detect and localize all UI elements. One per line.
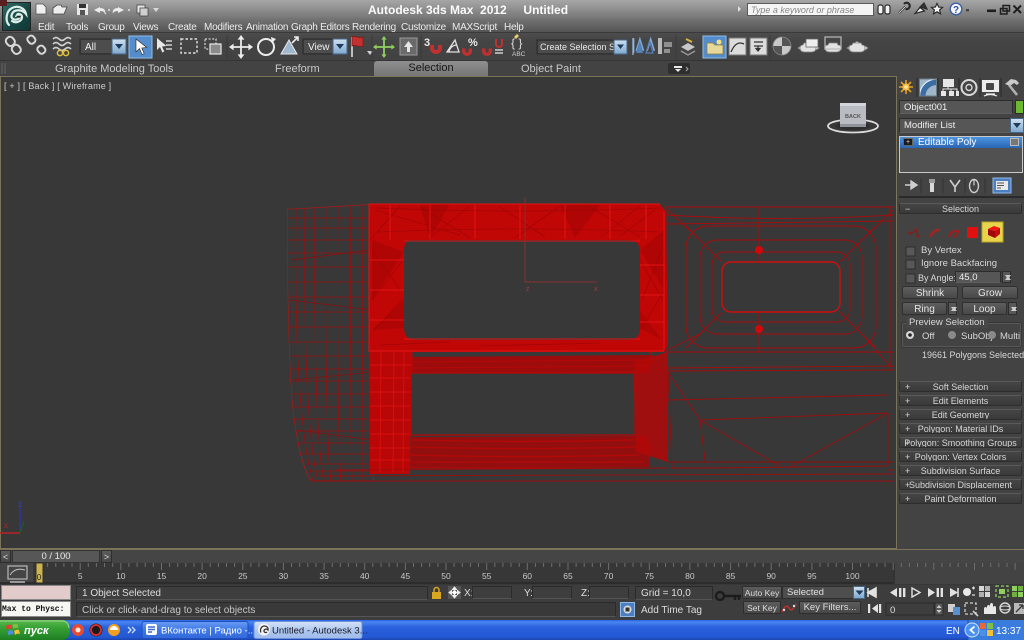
svg-text:?: ? <box>953 5 959 16</box>
svg-text:65: 65 <box>563 571 573 581</box>
svg-text:30: 30 <box>279 571 289 581</box>
svg-text:пуск: пуск <box>24 625 50 637</box>
svg-text:40: 40 <box>360 571 370 581</box>
svg-text:BACK: BACK <box>845 114 861 120</box>
svg-text:EN: EN <box>946 626 960 637</box>
svg-text:45: 45 <box>401 571 411 581</box>
svg-text:13:37: 13:37 <box>996 626 1021 637</box>
svg-text:z: z <box>526 286 530 293</box>
svg-text:95: 95 <box>807 571 817 581</box>
svg-text:80: 80 <box>685 571 695 581</box>
svg-text:85: 85 <box>726 571 736 581</box>
svg-text:70: 70 <box>604 571 614 581</box>
svg-text:90: 90 <box>766 571 776 581</box>
svg-text:ABC: ABC <box>512 51 526 58</box>
svg-text:x: x <box>594 286 598 293</box>
svg-text:5: 5 <box>78 571 83 581</box>
svg-text:35: 35 <box>319 571 329 581</box>
svg-text:x: x <box>4 521 8 530</box>
svg-text:15: 15 <box>157 571 167 581</box>
svg-text:Untitled - Autodesk 3...: Untitled - Autodesk 3... <box>272 626 368 637</box>
svg-text:100: 100 <box>845 571 859 581</box>
svg-text:0: 0 <box>890 605 895 616</box>
svg-text:55: 55 <box>482 571 492 581</box>
svg-text:10: 10 <box>116 571 126 581</box>
svg-text:25: 25 <box>238 571 248 581</box>
svg-text:0: 0 <box>37 573 42 582</box>
svg-text:%: % <box>468 37 478 49</box>
svg-text:View: View <box>308 42 330 53</box>
svg-text:ВКонтакте | Радио -...: ВКонтакте | Радио -... <box>161 626 256 637</box>
svg-text:50: 50 <box>441 571 451 581</box>
svg-text:60: 60 <box>523 571 533 581</box>
svg-text:All: All <box>85 42 96 53</box>
svg-text:Create Selection Se: Create Selection Se <box>540 42 620 52</box>
svg-text:75: 75 <box>645 571 655 581</box>
svg-text:20: 20 <box>197 571 207 581</box>
svg-text:z: z <box>18 500 22 509</box>
svg-text:3: 3 <box>424 37 430 49</box>
